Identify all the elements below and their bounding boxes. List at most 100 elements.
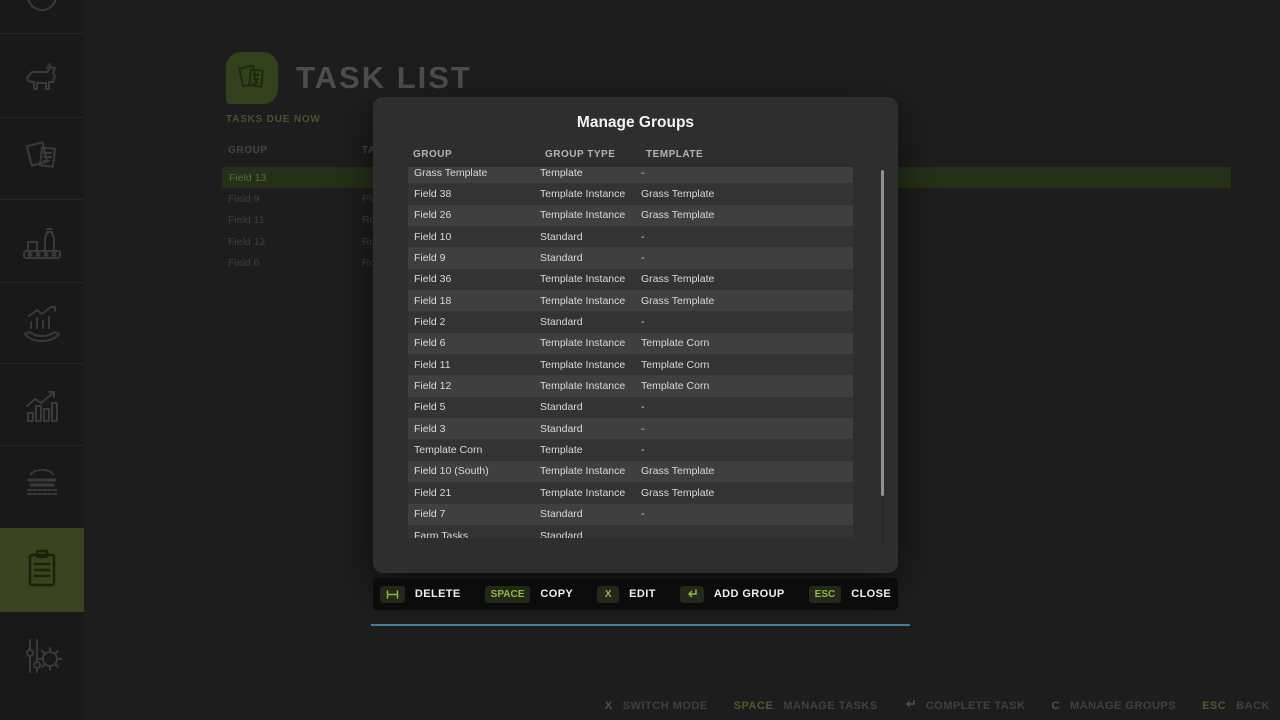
template-cell: Template Corn xyxy=(641,337,853,349)
group-row[interactable]: Field 2Standard- xyxy=(408,311,853,332)
group-row[interactable]: Field 10Standard- xyxy=(408,226,853,247)
scrollbar[interactable] xyxy=(881,170,884,543)
group-row[interactable]: Field 36Template InstanceGrass Template xyxy=(408,269,853,290)
back-hotkey[interactable]: ESCBACK xyxy=(1202,700,1270,712)
sidebar-item-sales[interactable] xyxy=(0,293,84,357)
group-type-cell: Template Instance xyxy=(540,188,641,200)
group-row[interactable]: Field 7Standard- xyxy=(408,504,853,525)
group-row[interactable]: Field 11Template InstanceTemplate Corn xyxy=(408,354,853,375)
group-cell: Field 18 xyxy=(414,295,540,307)
divider xyxy=(0,445,83,446)
template-cell: Grass Template xyxy=(641,465,853,477)
template-cell: Grass Template xyxy=(641,295,853,307)
group-row[interactable]: Farm TasksStandard xyxy=(408,525,853,538)
group-row[interactable]: Field 12Template InstanceTemplate Corn xyxy=(408,375,853,396)
group-type-cell: Standard xyxy=(540,316,641,328)
group-row[interactable]: Field 26Template InstanceGrass Template xyxy=(408,205,853,226)
hotkey-label: MANAGE TASKS xyxy=(783,700,877,712)
sidebar-item-task-list[interactable] xyxy=(0,528,84,612)
template-cell: Grass Template xyxy=(641,209,853,221)
group-type-cell: Template xyxy=(540,167,641,179)
switch-mode-hotkey[interactable]: X SWITCH MODE xyxy=(605,700,708,712)
focus-line xyxy=(371,624,910,626)
group-cell: Farm Tasks xyxy=(414,530,540,538)
manage-tasks-hotkey[interactable]: SPACE MANAGE TASKS xyxy=(734,700,878,712)
hotkey-key: SPACE xyxy=(734,700,774,712)
group-row[interactable]: Field 9Standard- xyxy=(408,247,853,268)
manage-groups-hotkey[interactable]: C MANAGE GROUPS xyxy=(1052,700,1177,712)
group-row[interactable]: Field 18Template InstanceGrass Template xyxy=(408,290,853,311)
group-row[interactable]: Field 6Template InstanceTemplate Corn xyxy=(408,333,853,354)
key-badge: X xyxy=(597,586,619,603)
hotkey-label: MANAGE GROUPS xyxy=(1070,700,1176,712)
selected-task-group: Field 13 xyxy=(229,172,266,184)
sidebar-item-contracts[interactable] xyxy=(0,125,84,189)
sidebar-item-statistics[interactable] xyxy=(0,375,84,439)
mod-logo-icon xyxy=(17,462,67,512)
group-row[interactable]: Field 3Standard- xyxy=(408,418,853,439)
group-type-cell: Template Instance xyxy=(540,273,641,285)
manage-groups-modal: Manage Groups GROUP GROUP TYPE TEMPLATE … xyxy=(373,97,898,573)
partial-circle-icon xyxy=(0,0,84,40)
button-label: ADD GROUP xyxy=(714,588,785,600)
hotkey-label: BACK xyxy=(1236,700,1270,712)
group-row[interactable]: Template CornTemplate- xyxy=(408,439,853,460)
divider xyxy=(0,363,83,364)
group-row[interactable]: Field 38Template InstanceGrass Template xyxy=(408,183,853,204)
template-cell: Grass Template xyxy=(641,487,853,499)
hotkey-key: X xyxy=(605,700,613,712)
sidebar-item-animals[interactable] xyxy=(0,45,84,109)
page-title: TASK LIST xyxy=(296,60,472,96)
add-group-button[interactable]: ADD GROUP xyxy=(680,586,785,603)
group-row[interactable]: Field 21Template InstanceGrass Template xyxy=(408,482,853,503)
scrollbar-thumb[interactable] xyxy=(881,170,884,496)
hotkey-key: C xyxy=(1052,700,1060,712)
group-type-cell: Template Instance xyxy=(540,209,641,221)
section-label: TASKS DUE NOW xyxy=(226,114,321,125)
divider xyxy=(0,282,83,283)
template-cell: - xyxy=(641,423,853,435)
template-cell: - xyxy=(641,231,853,243)
production-icon xyxy=(17,217,67,267)
bg-task-row-group: Field 6 xyxy=(228,257,260,269)
group-row[interactable]: Field 10 (South)Template InstanceGrass T… xyxy=(408,461,853,482)
sidebar-item-mod-logo[interactable] xyxy=(0,455,84,519)
sidebar-item-settings[interactable] xyxy=(0,625,84,689)
hotkey-label: SWITCH MODE xyxy=(623,700,708,712)
template-cell: - xyxy=(641,167,853,179)
key-badge: SPACE xyxy=(485,586,531,603)
group-type-cell: Template Instance xyxy=(540,295,641,307)
group-type-cell: Standard xyxy=(540,508,641,520)
group-type-cell: Template Instance xyxy=(540,359,641,371)
group-type-cell: Template Instance xyxy=(540,487,641,499)
group-cell: Template Corn xyxy=(414,444,540,456)
delete-button[interactable]: DELETE xyxy=(380,586,461,603)
group-table-viewport: Grass TemplateTemplate-Field 38Template … xyxy=(408,167,853,538)
group-type-cell: Template Instance xyxy=(540,337,641,349)
settings-icon xyxy=(17,632,67,682)
template-cell: - xyxy=(641,316,853,328)
modal-button-bar: DELETE SPACECOPY XEDIT ADD GROUP ESCCLOSE xyxy=(373,578,898,610)
edit-button[interactable]: XEDIT xyxy=(597,586,656,603)
group-type-cell: Standard xyxy=(540,530,641,538)
group-cell: Field 9 xyxy=(414,252,540,264)
task-list-icon xyxy=(19,545,65,595)
hotkey-bar: X SWITCH MODE SPACE MANAGE TASKS COMPLETE TA… xyxy=(605,699,1270,712)
group-row[interactable]: Field 5Standard- xyxy=(408,397,853,418)
hotkey-label: COMPLETE TASK xyxy=(926,700,1026,712)
bg-task-row-group: Field 9 xyxy=(228,193,260,205)
divider xyxy=(0,117,83,118)
complete-task-hotkey[interactable]: COMPLETE TASK xyxy=(904,699,1026,712)
sidebar-item-production[interactable] xyxy=(0,210,84,274)
template-cell: - xyxy=(641,252,853,264)
group-cell: Field 5 xyxy=(414,401,540,413)
group-cell: Field 38 xyxy=(414,188,540,200)
copy-button[interactable]: SPACECOPY xyxy=(485,586,574,603)
close-button[interactable]: ESCCLOSE xyxy=(809,586,891,603)
group-cell: Field 6 xyxy=(414,337,540,349)
group-cell: Field 10 xyxy=(414,231,540,243)
group-cell: Field 3 xyxy=(414,423,540,435)
modal-title: Manage Groups xyxy=(373,97,898,132)
group-row[interactable]: Grass TemplateTemplate- xyxy=(408,167,853,183)
bg-task-row-group: Field 12 xyxy=(228,236,265,248)
